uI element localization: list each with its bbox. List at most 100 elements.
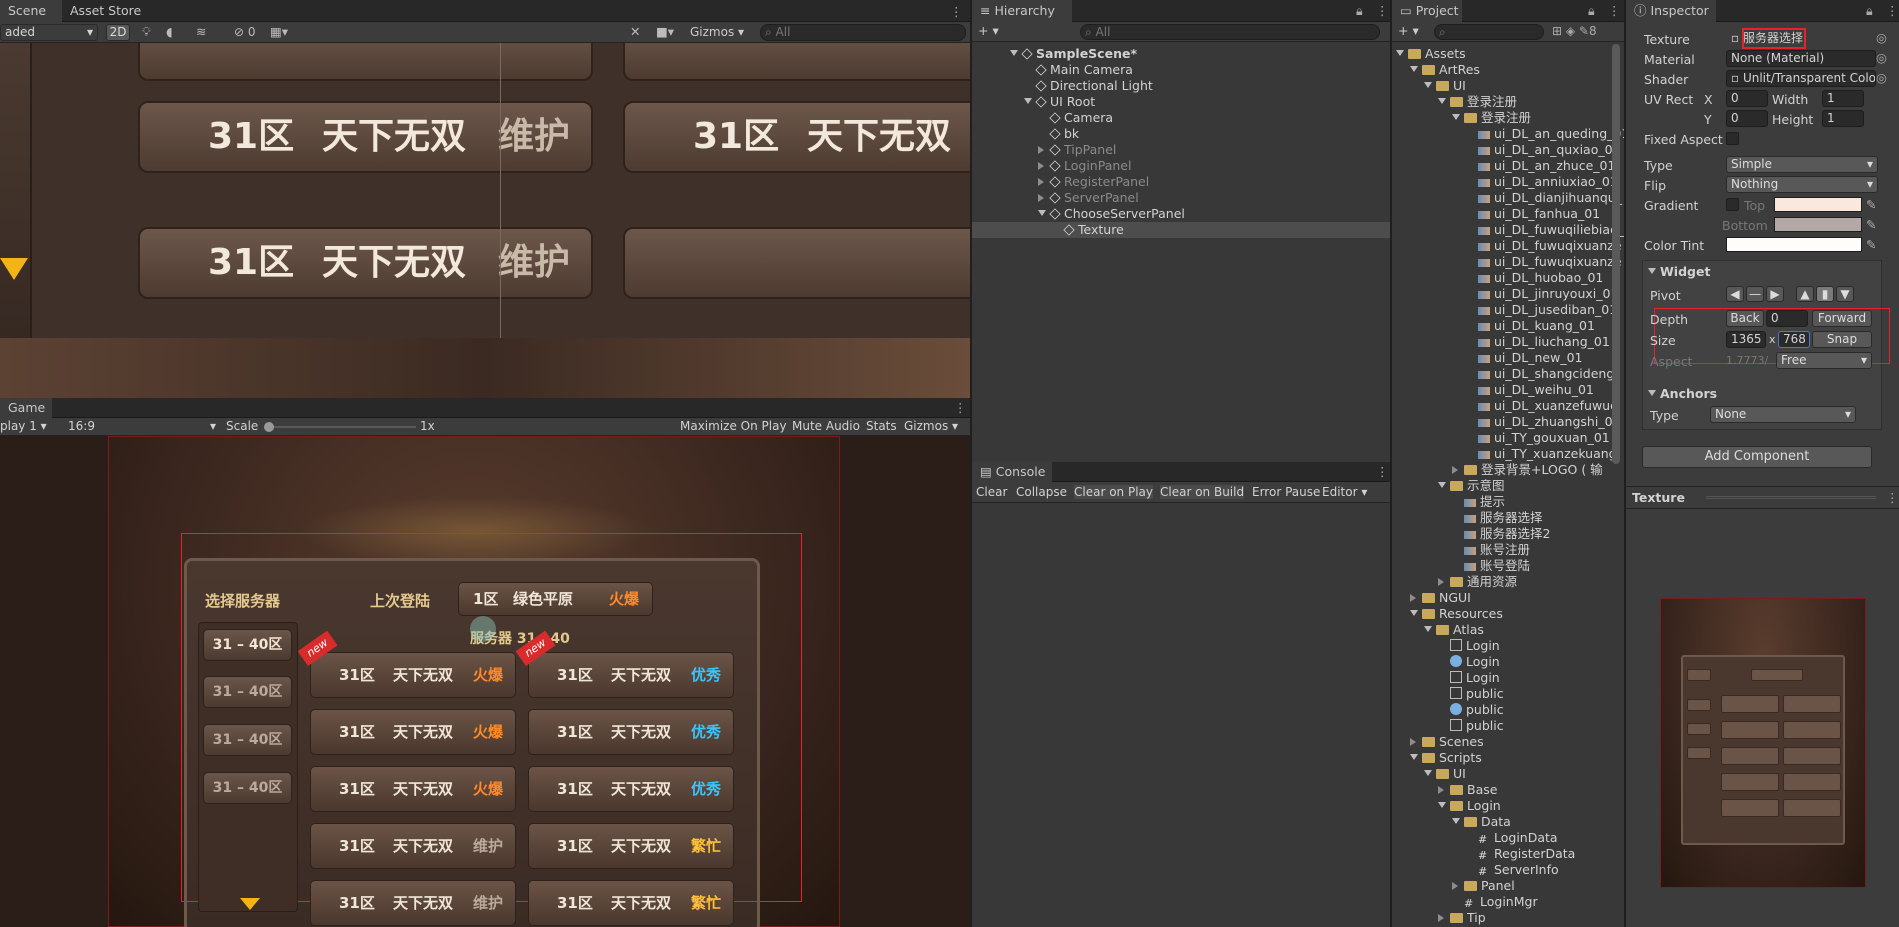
scale-slider-track[interactable] <box>268 426 416 428</box>
project-item[interactable]: ui_DL_jusediban_01 <box>1392 302 1624 318</box>
project-item[interactable]: ui_DL_anniuxiao_01 <box>1392 174 1624 190</box>
audio-icon[interactable]: ◖ <box>166 24 173 39</box>
eyedropper-icon[interactable]: ✎ <box>1866 237 1876 252</box>
grid-icon[interactable]: ▦▾ <box>270 24 288 39</box>
depth-input[interactable]: 0 <box>1766 310 1808 327</box>
project-item[interactable]: ui_DL_dianjihuanqu_ <box>1392 190 1624 206</box>
scene-viewport[interactable]: 31区 天下无双 维护 31区 天下无双 31区 天下无双 维护 <box>0 43 970 398</box>
expand-arrow-icon[interactable] <box>1396 50 1404 56</box>
project-item[interactable]: # RegisterData <box>1392 846 1624 862</box>
hierarchy-item[interactable]: Directional Light <box>972 78 1390 94</box>
gradient-top-swatch[interactable] <box>1774 197 1862 212</box>
light-icon[interactable]: 💡︎ <box>142 24 151 40</box>
project-item[interactable]: Resources <box>1392 606 1624 622</box>
project-item[interactable]: UI <box>1392 78 1624 94</box>
project-item[interactable]: ui_DL_zhuangshi_01 <box>1392 414 1624 430</box>
uv-width-input[interactable]: 1 <box>1822 90 1864 107</box>
kebab-menu-icon[interactable]: ⋮ <box>954 400 967 415</box>
gradient-checkbox[interactable] <box>1726 198 1739 211</box>
collapse-arrow-icon[interactable] <box>1452 466 1458 474</box>
project-item[interactable]: Login <box>1392 638 1624 654</box>
project-item[interactable]: ui_DL_an_zhuce_01 <box>1392 158 1624 174</box>
pivot-top-button[interactable]: ▲ <box>1796 286 1814 302</box>
aspect-dropdown[interactable]: 16:9 ▾ <box>68 419 216 433</box>
size-width-input[interactable]: 1365 <box>1726 331 1766 348</box>
project-item[interactable]: NGUI <box>1392 590 1624 606</box>
project-item[interactable]: 示意图 <box>1392 478 1624 494</box>
uv-y-input[interactable]: 0 <box>1726 110 1768 127</box>
lock-icon[interactable]: 🔒︎ <box>1588 3 1595 19</box>
collapse-arrow-icon[interactable] <box>1410 738 1416 746</box>
project-item[interactable]: public <box>1392 718 1624 734</box>
material-field[interactable]: None (Material) <box>1726 50 1876 67</box>
mute-audio-button[interactable]: Mute Audio <box>792 419 860 433</box>
eyedropper-icon[interactable]: ✎ <box>1866 197 1876 212</box>
project-item[interactable]: Base <box>1392 782 1624 798</box>
collapse-arrow-icon[interactable] <box>1452 882 1458 890</box>
display-dropdown[interactable]: play 1 ▾ <box>0 419 47 433</box>
project-item[interactable]: Login <box>1392 670 1624 686</box>
project-item[interactable]: 服务器选择2 <box>1392 526 1624 542</box>
hierarchy-item[interactable]: RegisterPanel <box>972 174 1390 190</box>
tab-scene[interactable]: Scene <box>0 0 62 22</box>
project-item[interactable]: Panel <box>1392 878 1624 894</box>
project-item[interactable]: ui_DL_shangcidengl <box>1392 366 1624 382</box>
maximize-on-play-button[interactable]: Maximize On Play <box>680 419 787 433</box>
collapse-arrow-icon[interactable] <box>1038 146 1044 154</box>
pivot-left-button[interactable]: ◀ <box>1726 286 1744 302</box>
expand-arrow-icon[interactable] <box>1438 802 1446 808</box>
hierarchy-item[interactable]: ServerPanel <box>972 190 1390 206</box>
project-item[interactable]: ui_DL_kuang_01 <box>1392 318 1624 334</box>
project-item[interactable]: ui_DL_huobao_01 <box>1392 270 1624 286</box>
project-item[interactable]: Tip <box>1392 910 1624 926</box>
project-item[interactable]: 账号注册 <box>1392 542 1624 558</box>
collapse-button[interactable]: Collapse <box>1016 485 1067 499</box>
type-dropdown[interactable]: Simple ▾ <box>1726 156 1878 173</box>
collapse-arrow-icon[interactable] <box>1438 578 1444 586</box>
effects-icon[interactable]: ≋ <box>196 24 206 39</box>
project-item[interactable]: 服务器选择 <box>1392 510 1624 526</box>
hierarchy-item[interactable]: Texture <box>972 222 1390 238</box>
expand-arrow-icon[interactable] <box>1438 482 1446 488</box>
collapse-arrow-icon[interactable] <box>1038 178 1044 186</box>
kebab-menu-icon[interactable]: ⋮ <box>1886 3 1899 18</box>
uv-x-input[interactable]: 0 <box>1726 90 1768 107</box>
shader-field[interactable]: ▫ Unlit/Transparent Colo <box>1726 70 1876 87</box>
draw-mode-dropdown[interactable]: aded ▾ <box>0 24 98 41</box>
preview-drag-handle[interactable] <box>1706 496 1876 499</box>
tab-inspector[interactable]: ⓘ Inspector <box>1626 0 1716 22</box>
project-item[interactable]: 账号登陆 <box>1392 558 1624 574</box>
hierarchy-item[interactable]: bk <box>972 126 1390 142</box>
project-item[interactable]: 登录背景+LOGO ( 输 <box>1392 462 1624 478</box>
project-scrollbar[interactable] <box>1612 44 1620 464</box>
project-item[interactable]: UI <box>1392 766 1624 782</box>
eyedropper-icon[interactable]: ✎ <box>1866 217 1876 232</box>
hierarchy-search-input[interactable]: ⌕ All <box>1080 24 1380 40</box>
expand-arrow-icon[interactable] <box>1424 82 1432 88</box>
project-item[interactable]: ui_DL_weihu_01 <box>1392 382 1624 398</box>
project-item[interactable]: 登录注册 <box>1392 110 1624 126</box>
project-item[interactable]: # LoginData <box>1392 830 1624 846</box>
clear-button[interactable]: Clear <box>976 485 1007 499</box>
anchors-type-dropdown[interactable]: None ▾ <box>1710 406 1856 423</box>
side-range-button-3[interactable]: 31 – 40区 <box>203 724 292 756</box>
console-log[interactable] <box>972 503 1390 927</box>
anchors-header[interactable]: Anchors <box>1648 386 1717 401</box>
pivot-right-button[interactable]: ▶ <box>1766 286 1784 302</box>
kebab-menu-icon[interactable]: ⋮ <box>950 4 963 19</box>
expand-arrow-icon[interactable] <box>1010 50 1018 56</box>
add-component-button[interactable]: Add Component <box>1642 446 1872 468</box>
expand-arrow-icon[interactable] <box>1452 818 1460 824</box>
uv-height-input[interactable]: 1 <box>1822 110 1864 127</box>
aspect-dropdown[interactable]: Free ▾ <box>1776 352 1872 369</box>
widget-header[interactable]: Widget <box>1648 264 1710 279</box>
project-item[interactable]: public <box>1392 686 1624 702</box>
project-item[interactable]: # ServerInfo <box>1392 862 1624 878</box>
toggle-2d-button[interactable]: 2D <box>106 24 130 41</box>
camera-icon[interactable]: ■▾ <box>656 24 674 39</box>
expand-arrow-icon[interactable] <box>1438 98 1446 104</box>
project-item[interactable]: 通用资源 <box>1392 574 1624 590</box>
project-item[interactable]: 登录注册 <box>1392 94 1624 110</box>
server-cell[interactable]: 31区 天下无双 维护 <box>310 880 516 926</box>
hierarchy-item[interactable]: SampleScene* <box>972 46 1390 62</box>
